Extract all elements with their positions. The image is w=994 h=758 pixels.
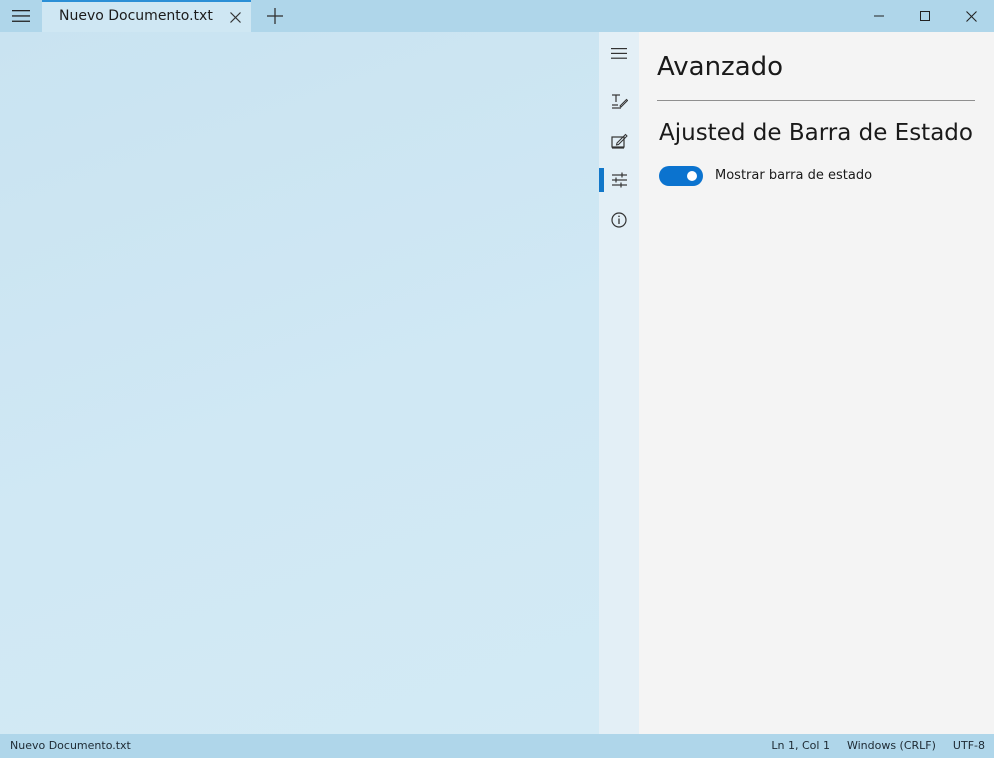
tab-close-button[interactable]	[226, 8, 244, 26]
text-edit-icon	[611, 94, 628, 109]
plus-icon	[267, 8, 283, 24]
sliders-icon	[611, 172, 627, 188]
status-filename[interactable]: Nuevo Documento.txt	[10, 739, 131, 752]
status-line-ending[interactable]: Windows (CRLF)	[847, 739, 936, 752]
text-editor[interactable]	[0, 32, 599, 734]
settings-nav-text-editing[interactable]	[599, 85, 639, 117]
status-bar: Nuevo Documento.txt Ln 1, Col 1 Windows …	[0, 734, 994, 758]
status-right-group: Ln 1, Col 1 Windows (CRLF) UTF-8	[771, 739, 985, 752]
close-icon	[229, 11, 241, 23]
settings-panel: Avanzado Ajusted de Barra de Estado Most…	[639, 32, 994, 734]
settings-nav-rail	[599, 32, 639, 734]
maximize-icon	[920, 11, 930, 21]
toggle-knob	[687, 171, 697, 181]
info-icon	[611, 212, 627, 228]
app-window: Nuevo Documento.txt Avanzado Ajusted de …	[0, 0, 994, 758]
tab-nuevo-documento[interactable]: Nuevo Documento.txt	[42, 0, 251, 32]
settings-nav-advanced[interactable]	[599, 164, 639, 196]
settings-divider	[657, 100, 975, 101]
main-menu-button[interactable]	[0, 0, 42, 32]
maximize-button[interactable]	[902, 0, 948, 32]
status-bar-section-title: Ajusted de Barra de Estado	[659, 120, 973, 146]
hamburger-icon	[12, 10, 30, 22]
tab-title: Nuevo Documento.txt	[59, 8, 213, 24]
status-cursor-position[interactable]: Ln 1, Col 1	[771, 739, 830, 752]
close-icon	[965, 10, 977, 22]
show-status-bar-toggle[interactable]	[659, 166, 703, 186]
settings-nav-toggle[interactable]	[599, 37, 639, 69]
settings-nav-about[interactable]	[599, 204, 639, 236]
title-bar: Nuevo Documento.txt	[0, 0, 994, 32]
settings-page-title: Avanzado	[657, 52, 784, 82]
minimize-icon	[874, 15, 884, 17]
settings-nav-personalization[interactable]	[599, 125, 639, 157]
close-window-button[interactable]	[948, 0, 994, 32]
status-encoding[interactable]: UTF-8	[953, 739, 985, 752]
hamburger-icon	[611, 47, 627, 59]
minimize-button[interactable]	[856, 0, 902, 32]
new-tab-button[interactable]	[262, 4, 288, 28]
personalization-icon	[610, 133, 628, 149]
show-status-bar-label: Mostrar barra de estado	[715, 168, 873, 183]
